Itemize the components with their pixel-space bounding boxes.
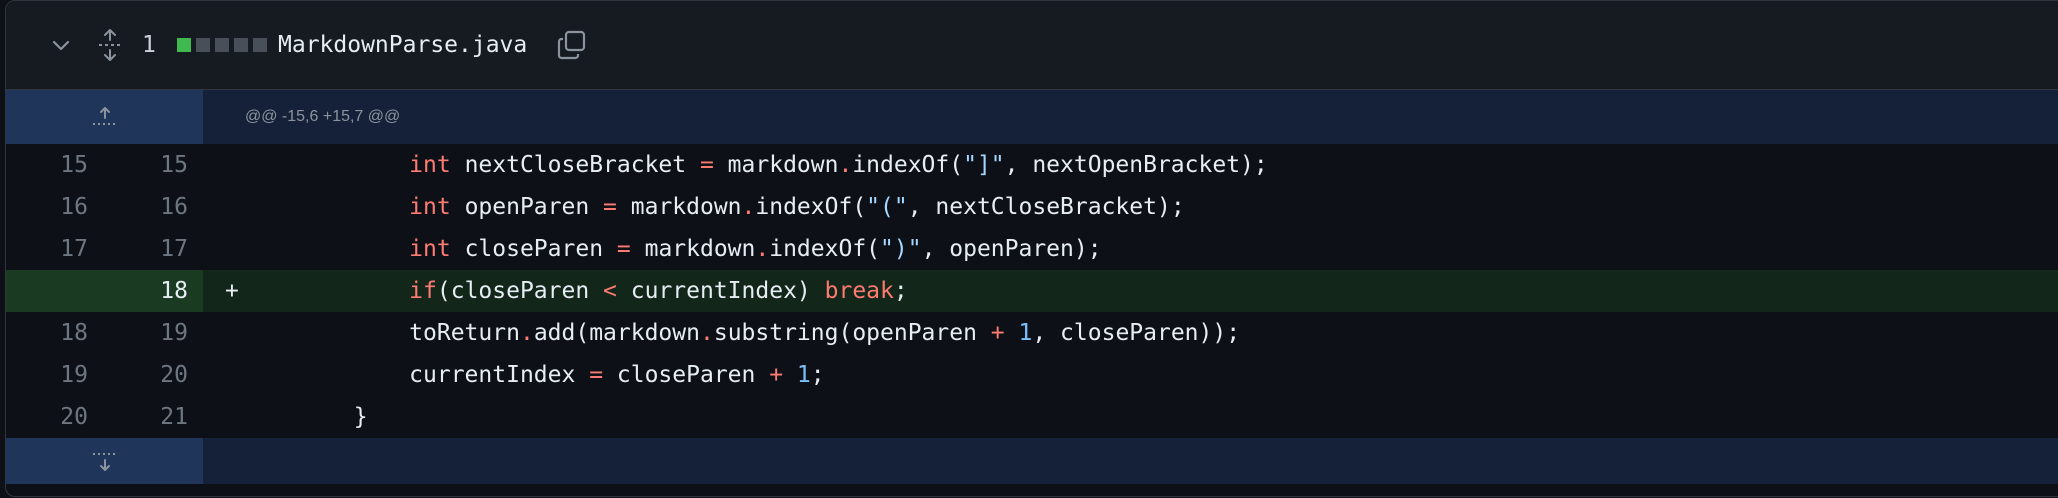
old-line-number[interactable] <box>6 270 106 312</box>
diff-line: 16 16 int openParen = markdown.indexOf("… <box>6 186 2058 228</box>
diffstat-neutral-block <box>215 38 229 52</box>
chevron-down-icon[interactable] <box>50 1 72 89</box>
diff-line: 18 19 toReturn.add(markdown.substring(op… <box>6 312 2058 354</box>
hunk-header-text: @@ -15,6 +15,7 @@ <box>203 90 2058 144</box>
old-line-number[interactable]: 20 <box>6 396 106 438</box>
expand-icon[interactable] <box>96 1 124 89</box>
code-line: int openParen = markdown.indexOf("(", ne… <box>409 194 1185 220</box>
diff-marker <box>203 354 243 396</box>
code-line: currentIndex = closeParen + 1; <box>409 362 825 388</box>
diff-file: 1 MarkdownParse.java @@ -15,6 +15,7 @@ 1… <box>5 0 2058 497</box>
file-header: 1 MarkdownParse.java <box>6 1 2058 90</box>
diff-body: @@ -15,6 +15,7 @@ 15 15 int nextCloseBra… <box>6 90 2058 484</box>
diff-line-added: 18 + if(closeParen < currentIndex) break… <box>6 270 2058 312</box>
code-line: toReturn.add(markdown.substring(openPare… <box>409 320 1241 346</box>
old-line-number[interactable]: 18 <box>6 312 106 354</box>
old-line-number[interactable]: 19 <box>6 354 106 396</box>
code-line: } <box>353 404 368 430</box>
new-line-number[interactable]: 17 <box>106 228 206 270</box>
expand-up-button[interactable] <box>6 90 203 144</box>
diff-line: 20 21 } <box>6 396 2058 438</box>
code-line: if(closeParen < currentIndex) break; <box>243 270 2058 312</box>
expand-down-filler <box>203 438 2058 484</box>
expand-up-icon <box>92 107 117 125</box>
new-line-number[interactable]: 20 <box>106 354 206 396</box>
expand-down-icon <box>92 453 117 471</box>
change-count: 1 <box>142 32 156 58</box>
new-line-number[interactable]: 16 <box>106 186 206 228</box>
diff-line: 17 17 int closeParen = markdown.indexOf(… <box>6 228 2058 270</box>
diff-marker <box>203 144 243 186</box>
old-line-number[interactable]: 17 <box>6 228 106 270</box>
file-name[interactable]: MarkdownParse.java <box>278 1 527 89</box>
code-line: int nextCloseBracket = markdown.indexOf(… <box>409 152 1268 178</box>
copy-icon[interactable] <box>557 1 587 89</box>
old-line-number[interactable]: 15 <box>6 144 106 186</box>
diffstat-neutral-block <box>234 38 248 52</box>
diffstat-add-block <box>177 38 191 52</box>
diff-marker <box>203 228 243 270</box>
new-line-number[interactable]: 21 <box>106 396 206 438</box>
diff-marker <box>203 312 243 354</box>
old-line-number[interactable]: 16 <box>6 186 106 228</box>
code-line: int closeParen = markdown.indexOf(")", o… <box>409 236 1102 262</box>
diff-marker <box>203 396 243 438</box>
diff-line: 15 15 int nextCloseBracket = markdown.in… <box>6 144 2058 186</box>
hunk-header-row: @@ -15,6 +15,7 @@ <box>6 90 2058 144</box>
diff-marker-plus: + <box>203 270 243 312</box>
diffstat <box>177 1 270 89</box>
expand-down-row <box>6 438 2058 484</box>
new-line-number[interactable]: 19 <box>106 312 206 354</box>
diffstat-neutral-block <box>196 38 210 52</box>
new-line-number[interactable]: 18 <box>106 270 206 312</box>
diffstat-neutral-block <box>253 38 267 52</box>
diff-marker <box>203 186 243 228</box>
new-line-number[interactable]: 15 <box>106 144 206 186</box>
diff-line: 19 20 currentIndex = closeParen + 1; <box>6 354 2058 396</box>
expand-down-button[interactable] <box>6 438 203 484</box>
